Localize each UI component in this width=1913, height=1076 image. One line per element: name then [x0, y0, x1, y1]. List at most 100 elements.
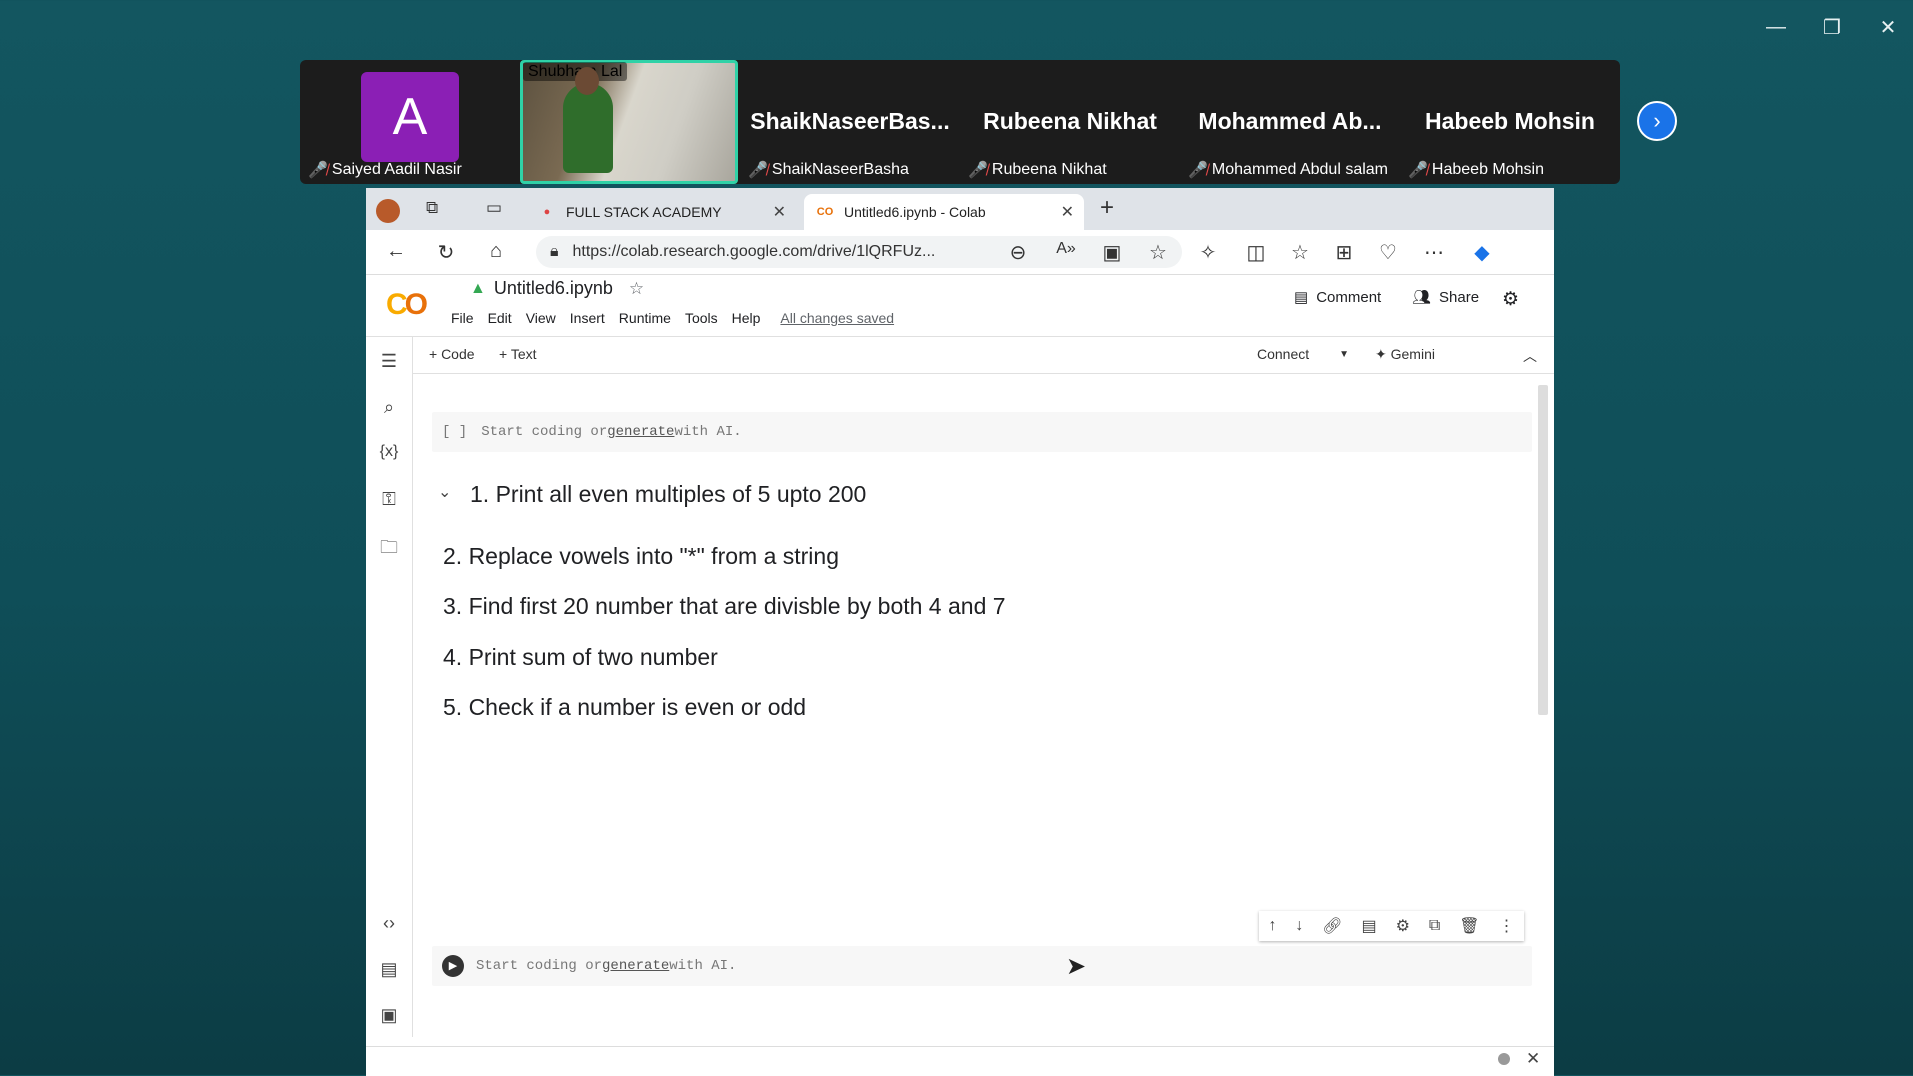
- minimize-button[interactable]: —: [1756, 12, 1796, 42]
- favorites-icon[interactable]: ☆: [1288, 240, 1312, 265]
- close-tab-icon[interactable]: ✕: [773, 202, 786, 222]
- profile-avatar[interactable]: [376, 199, 400, 223]
- address-bar[interactable]: 🔒︎ https://colab.research.google.com/dri…: [536, 236, 1182, 268]
- participant-big-name: ShaikNaseerBas...: [750, 108, 950, 134]
- new-tab-button[interactable]: +: [1100, 194, 1114, 222]
- generate-link[interactable]: generate: [602, 958, 669, 974]
- connect-button[interactable]: Connect ▼: [1257, 346, 1349, 362]
- gemini-button[interactable]: ✦ Gemini: [1375, 346, 1435, 363]
- notebook-title[interactable]: Untitled6.ipynb: [494, 278, 613, 299]
- participant-tile[interactable]: Mohammed Ab... 🎤̸ Mohammed Abdul salam: [1180, 60, 1400, 184]
- video-head: [575, 67, 599, 95]
- close-window-button[interactable]: ✕: [1868, 12, 1908, 42]
- menu-edit[interactable]: Edit: [481, 310, 519, 326]
- reload-icon[interactable]: ↻: [434, 240, 458, 265]
- add-text-button[interactable]: + Text: [499, 346, 537, 362]
- extensions-icon[interactable]: ✧: [1196, 240, 1220, 265]
- search-icon[interactable]: ⌕: [376, 397, 402, 418]
- menu-view[interactable]: View: [519, 310, 563, 326]
- close-tab-icon[interactable]: ✕: [1061, 202, 1074, 222]
- move-up-icon[interactable]: ↑: [1268, 917, 1276, 935]
- menu-runtime[interactable]: Runtime: [612, 310, 678, 326]
- menu-tools[interactable]: Tools: [678, 310, 725, 326]
- more-menu-icon[interactable]: ⋯: [1422, 240, 1446, 265]
- mirror-cell-icon[interactable]: ⧉: [1429, 917, 1440, 935]
- address-bar-row: ← ↻ ⌂ 🔒︎ https://colab.research.google.c…: [366, 230, 1554, 275]
- star-icon[interactable]: ☆: [629, 279, 644, 299]
- copilot-icon[interactable]: ◆: [1470, 240, 1494, 265]
- mouse-cursor-icon: ➤: [1066, 953, 1087, 980]
- participant-tile[interactable]: ShaikNaseerBas... 🎤̸ ShaikNaseerBasha: [740, 60, 960, 184]
- mic-off-icon: 🎤̸: [968, 162, 988, 179]
- next-participants-button[interactable]: ›: [1637, 101, 1677, 141]
- collapse-section-chevron-icon[interactable]: ⌄: [438, 482, 451, 502]
- secrets-key-icon[interactable]: ⚿: [376, 489, 402, 510]
- workspaces-icon[interactable]: ⧉: [426, 198, 438, 218]
- close-status-icon[interactable]: ✕: [1526, 1049, 1540, 1069]
- collapse-chevron-icon[interactable]: ︿: [1523, 346, 1537, 366]
- link-icon[interactable]: 🔗︎: [1322, 916, 1342, 936]
- read-aloud-icon[interactable]: A»: [1054, 240, 1078, 258]
- restore-button[interactable]: ❐: [1812, 12, 1852, 42]
- menu-insert[interactable]: Insert: [563, 310, 612, 326]
- notebook-toolbar: + Code + Text Connect ▼ ✦ Gemini ︿: [413, 337, 1554, 374]
- status-dot-icon: [1498, 1053, 1510, 1065]
- cell-placeholder: Start coding or: [476, 958, 603, 974]
- mic-off-icon: 🎤̸: [308, 162, 328, 179]
- save-status[interactable]: All changes saved: [773, 310, 901, 326]
- browser-essentials-icon[interactable]: ♡: [1376, 240, 1400, 265]
- participant-tile[interactable]: Rubeena Nikhat 🎤̸ Rubeena Nikhat: [960, 60, 1180, 184]
- terminal-icon[interactable]: ▣: [376, 1005, 402, 1026]
- immersive-reader-icon[interactable]: ▣: [1100, 240, 1124, 265]
- cell-settings-icon[interactable]: ⚙: [1396, 916, 1410, 936]
- generate-link[interactable]: generate: [607, 424, 674, 440]
- colab-logo[interactable]: CO: [386, 288, 428, 322]
- tab-actions-icon[interactable]: ▭: [486, 198, 502, 218]
- participant-name: Saiyed Aadil Nasir: [331, 161, 462, 178]
- markdown-heading: 1. Print all even multiples of 5 upto 20…: [470, 481, 867, 507]
- collections-icon[interactable]: ⊞: [1332, 240, 1356, 265]
- tab-bar: ⧉ ▭ ● FULL STACK ACADEMY ✕ CO Untitled6.…: [366, 188, 1554, 230]
- code-snippets-icon[interactable]: ‹›: [376, 913, 402, 934]
- scrollbar[interactable]: [1538, 385, 1548, 715]
- status-bar: ✕: [366, 1046, 1554, 1076]
- more-vert-icon[interactable]: ⋮: [1498, 916, 1514, 936]
- comment-button[interactable]: ▤ Comment: [1294, 288, 1381, 307]
- share-button[interactable]: 👥︎ Share: [1412, 288, 1479, 307]
- zoom-icon[interactable]: ⊖: [1006, 240, 1030, 265]
- favorite-star-icon[interactable]: ☆: [1146, 240, 1170, 265]
- menu-help[interactable]: Help: [725, 310, 768, 326]
- command-palette-icon[interactable]: ▤: [376, 959, 402, 980]
- menu-file[interactable]: File: [444, 310, 481, 326]
- home-icon[interactable]: ⌂: [484, 240, 508, 263]
- video-person: [563, 83, 613, 173]
- participant-video[interactable]: Shubham Lal: [520, 60, 738, 184]
- add-code-button[interactable]: + Code: [429, 346, 475, 362]
- table-of-contents-icon[interactable]: ☰: [376, 351, 402, 372]
- people-icon: 👥︎: [1412, 289, 1432, 306]
- cell-bracket: [ ]: [442, 424, 468, 440]
- back-icon[interactable]: ←: [384, 240, 408, 263]
- cell-placeholder: Start coding or: [481, 424, 608, 440]
- tab-colab[interactable]: CO Untitled6.ipynb - Colab ✕: [804, 194, 1084, 230]
- mic-off-icon: 🎤̸: [1408, 162, 1428, 179]
- code-cell-active[interactable]: ▶ Start coding or generate with AI.: [432, 946, 1532, 986]
- run-cell-icon[interactable]: ▶: [442, 955, 464, 977]
- markdown-line: 4. Print sum of two number: [443, 644, 718, 670]
- variables-icon[interactable]: {x}: [376, 443, 402, 461]
- files-folder-icon[interactable]: 🗀: [376, 535, 402, 565]
- settings-gear-icon[interactable]: ⚙: [1502, 288, 1519, 311]
- delete-icon[interactable]: 🗑︎: [1459, 916, 1479, 936]
- code-cell-empty[interactable]: [ ] Start coding or generate with AI.: [432, 412, 1532, 452]
- split-screen-icon[interactable]: ◫: [1244, 240, 1268, 265]
- colab-favicon-icon: CO: [816, 206, 834, 218]
- tab-full-stack-academy[interactable]: ● FULL STACK ACADEMY ✕: [526, 194, 796, 230]
- cell-placeholder-suffix: with AI.: [674, 424, 742, 440]
- avatar: A: [361, 72, 459, 162]
- move-down-icon[interactable]: ↓: [1295, 917, 1303, 935]
- participant-tile[interactable]: A 🎤̸ Saiyed Aadil Nasir: [300, 60, 520, 184]
- chevron-down-icon[interactable]: ▼: [1339, 349, 1349, 360]
- participant-big-name: Rubeena Nikhat: [983, 108, 1157, 134]
- participant-tile[interactable]: Habeeb Mohsin 🎤̸ Habeeb Mohsin: [1400, 60, 1620, 184]
- comment-cell-icon[interactable]: ▤: [1362, 916, 1377, 936]
